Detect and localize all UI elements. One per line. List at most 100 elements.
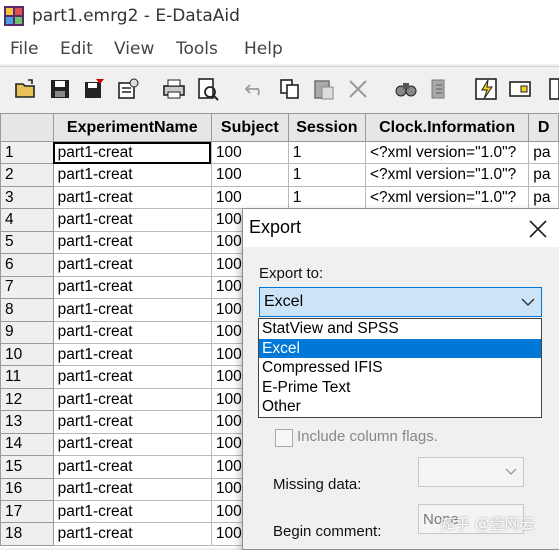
save-as-icon[interactable]: [82, 77, 106, 101]
open-icon[interactable]: [14, 77, 38, 101]
dialog-title: Export: [249, 217, 302, 237]
subject-cell[interactable]: 100: [210, 185, 289, 210]
experimentname-cell[interactable]: part1-creat: [52, 432, 212, 457]
close-icon[interactable]: [524, 215, 552, 243]
print-icon[interactable]: [162, 77, 186, 101]
export-to-value: Excel: [264, 293, 304, 310]
chevron-down-icon[interactable]: [521, 296, 535, 308]
session-cell[interactable]: 1: [287, 140, 366, 165]
experimentname-cell[interactable]: part1-creat: [52, 342, 212, 367]
row-header[interactable]: 16: [0, 477, 54, 502]
experimentname-cell[interactable]: part1-creat: [52, 410, 212, 434]
properties-icon[interactable]: [116, 77, 140, 101]
experimentname-cell[interactable]: part1-creat: [52, 230, 212, 255]
undo-icon[interactable]: [244, 77, 268, 101]
arrange-icon[interactable]: [508, 77, 532, 101]
missing-data-label: Missing data:: [273, 476, 362, 493]
menu-edit[interactable]: Edit: [60, 39, 93, 59]
chevron-down-icon[interactable]: [505, 467, 517, 477]
table-row: 2 part1-creat 100 1 <?xml version="1.0"? pa: [0, 163, 559, 187]
experimentname-cell[interactable]: part1-creat: [52, 320, 212, 344]
column-header-d[interactable]: D: [528, 113, 559, 142]
session-cell[interactable]: 1: [287, 185, 366, 210]
menu-tools[interactable]: Tools: [176, 39, 218, 59]
experimentname-cell[interactable]: part1-creat: [52, 387, 212, 412]
column-header-subject[interactable]: Subject: [210, 113, 289, 142]
save-icon[interactable]: [48, 77, 72, 101]
row-header[interactable]: 4: [0, 208, 54, 232]
toolbar: [0, 66, 559, 114]
window-titlebar: part1.emrg2 - E-DataAid: [0, 0, 559, 34]
experimentname-cell[interactable]: part1-creat: [52, 477, 212, 502]
experimentname-cell[interactable]: part1-creat: [52, 455, 212, 479]
column-header-clock-information[interactable]: Clock.Information: [364, 113, 530, 142]
subject-cell[interactable]: 100: [210, 140, 289, 165]
row-header[interactable]: 2: [0, 163, 54, 187]
row-header[interactable]: 6: [0, 253, 54, 277]
option-compressed-ifis[interactable]: Compressed IFIS: [259, 358, 541, 378]
print-preview-icon[interactable]: [196, 77, 220, 101]
row-header[interactable]: 13: [0, 410, 54, 434]
include-column-flags-checkbox[interactable]: [275, 429, 293, 447]
watermark-text: 知乎 @壹网云: [440, 515, 535, 533]
row-header[interactable]: 9: [0, 320, 54, 344]
option-eprime-text[interactable]: E-Prime Text: [259, 378, 541, 398]
d-cell[interactable]: pa: [528, 185, 559, 210]
dialog-titlebar: Export: [243, 209, 559, 247]
d-cell[interactable]: pa: [528, 163, 559, 187]
experimentname-cell[interactable]: part1-creat: [52, 275, 212, 300]
analyze-icon[interactable]: [474, 77, 498, 101]
replace-icon[interactable]: [428, 77, 452, 101]
missing-data-select[interactable]: [418, 457, 524, 487]
row-header[interactable]: 3: [0, 185, 54, 210]
experimentname-cell[interactable]: part1-creat: [52, 522, 212, 546]
export-to-select[interactable]: Excel: [259, 287, 542, 317]
column-header-experimentname[interactable]: ExperimentName: [52, 113, 212, 142]
option-statview-spss[interactable]: StatView and SPSS: [259, 319, 541, 339]
row-header[interactable]: 7: [0, 275, 54, 300]
session-cell[interactable]: 1: [287, 163, 366, 187]
row-header[interactable]: 5: [0, 230, 54, 255]
experimentname-cell[interactable]: part1-creat: [52, 365, 212, 389]
table-row: 1 part1-creat 100 1 <?xml version="1.0"? pa: [0, 140, 559, 165]
experimentname-cell[interactable]: part1-creat: [52, 163, 212, 187]
experimentname-cell[interactable]: part1-creat: [52, 253, 212, 277]
include-column-flags-label: Include column flags.: [297, 428, 438, 445]
experimentname-cell[interactable]: part1-creat: [52, 298, 212, 322]
column-header-session[interactable]: Session: [287, 113, 366, 142]
table-row: 3 part1-creat 100 1 <?xml version="1.0"? pa: [0, 185, 559, 210]
more-icon[interactable]: [548, 77, 559, 101]
option-other[interactable]: Other: [259, 397, 541, 417]
experimentname-cell[interactable]: part1-creat: [52, 499, 212, 524]
paste-icon[interactable]: [312, 77, 336, 101]
row-header[interactable]: 10: [0, 342, 54, 367]
option-excel[interactable]: Excel: [259, 338, 541, 359]
clock-information-cell[interactable]: <?xml version="1.0"?: [364, 163, 530, 187]
menu-help[interactable]: Help: [244, 39, 283, 59]
export-to-dropdown-list[interactable]: StatView and SPSS Excel Compressed IFIS …: [258, 318, 542, 418]
begin-comment-label: Begin comment:: [273, 523, 382, 540]
row-header[interactable]: 8: [0, 298, 54, 322]
row-header[interactable]: 12: [0, 387, 54, 412]
row-header[interactable]: 15: [0, 455, 54, 479]
menu-view[interactable]: View: [114, 39, 154, 59]
clock-information-cell[interactable]: <?xml version="1.0"?: [364, 140, 530, 165]
experimentname-cell[interactable]: part1-creat: [52, 140, 212, 165]
delete-icon[interactable]: [346, 77, 370, 101]
clock-information-cell[interactable]: <?xml version="1.0"?: [364, 185, 530, 210]
corner-header[interactable]: [0, 113, 54, 142]
window-title: part1.emrg2 - E-DataAid: [32, 6, 240, 26]
row-header[interactable]: 11: [0, 365, 54, 389]
row-header[interactable]: 1: [0, 140, 54, 165]
d-cell[interactable]: pa: [528, 140, 559, 165]
app-icon: [4, 6, 24, 26]
row-header[interactable]: 17: [0, 499, 54, 524]
row-header[interactable]: 14: [0, 432, 54, 457]
subject-cell[interactable]: 100: [210, 163, 289, 187]
copy-icon[interactable]: [278, 77, 302, 101]
menu-file[interactable]: File: [10, 39, 38, 59]
find-icon[interactable]: [394, 77, 418, 101]
experimentname-cell[interactable]: part1-creat: [52, 208, 212, 232]
experimentname-cell[interactable]: part1-creat: [52, 185, 212, 210]
row-header[interactable]: 18: [0, 522, 54, 546]
